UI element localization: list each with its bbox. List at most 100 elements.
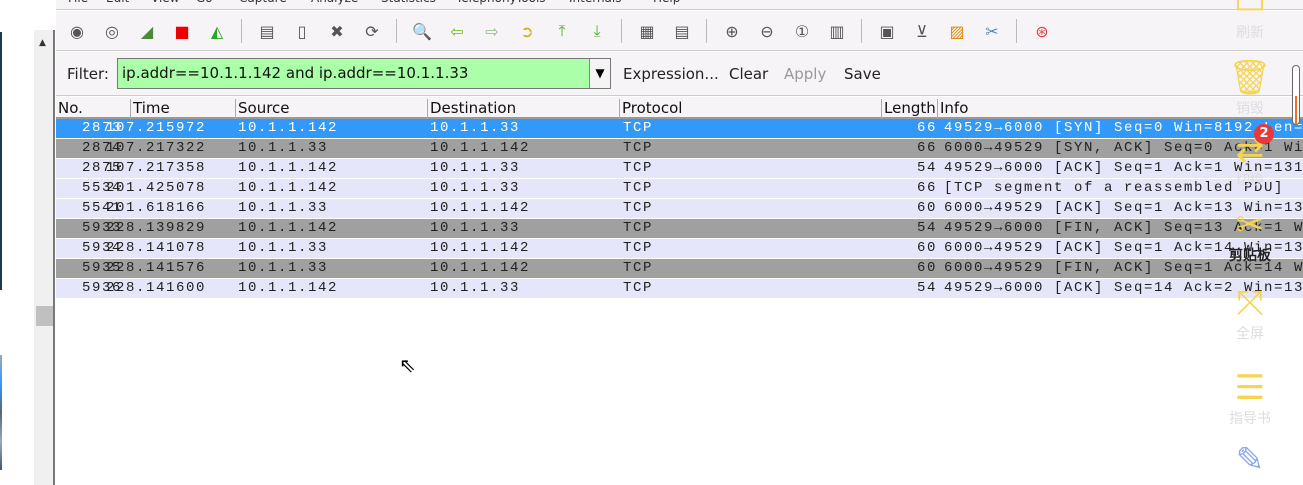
background-window-strip	[0, 0, 34, 485]
refresh-icon: ▭	[1233, 0, 1267, 22]
colorize-icon[interactable]: ▦	[636, 20, 658, 42]
coloring-rules-icon[interactable]: ▨	[946, 20, 968, 42]
cell-time: 228.141078	[106, 240, 207, 256]
menu-edit[interactable]: Edit	[106, 0, 129, 5]
start-capture-icon[interactable]: ◢	[136, 20, 158, 42]
refresh-button[interactable]: ▭ 刷新	[1215, 0, 1285, 42]
go-to-packet-icon[interactable]: ➲	[516, 20, 538, 42]
packet-row[interactable]: 5541 201.618166 10.1.1.33 10.1.1.142 TCP 60 60…	[56, 199, 1303, 219]
go-back-icon[interactable]: ⇦	[446, 20, 468, 42]
interfaces-icon[interactable]: ◉	[66, 20, 88, 42]
zoom-in-icon[interactable]: ⊕	[721, 20, 743, 42]
menu-help[interactable]: Help	[653, 0, 680, 5]
last-packet-icon[interactable]: ⤓	[586, 20, 608, 42]
packet-row[interactable]: 5534 201.425078 10.1.1.142 10.1.1.33 TCP 66 [T…	[56, 179, 1303, 199]
packet-row[interactable]: 5935 228.141576 10.1.1.33 10.1.1.142 TCP 60 60…	[56, 259, 1303, 279]
toolbar-separator	[241, 19, 242, 43]
cell-proto: TCP	[623, 160, 654, 176]
wireshark-window: File Edit View Go Capture Analyze Statistics Te…	[56, 0, 1303, 485]
find-icon[interactable]: 🔍	[411, 20, 433, 42]
filter-input[interactable]: ip.addr==10.1.1.142 and ip.addr==10.1.1.…	[117, 58, 611, 89]
cell-len: 60	[916, 260, 937, 276]
menu-bar: File Edit View Go Capture Analyze Statistics Te…	[56, 0, 1303, 10]
normal-size-icon[interactable]: ①	[791, 20, 813, 42]
fullscreen-button[interactable]: ⤧ 全屏	[1215, 283, 1285, 343]
menu-internals[interactable]: Internals	[569, 0, 622, 5]
cell-proto: TCP	[623, 240, 654, 256]
cell-dst: 10.1.1.142	[430, 200, 531, 216]
go-forward-icon[interactable]: ⇨	[481, 20, 503, 42]
cell-time: 201.425078	[106, 180, 207, 196]
resize-columns-icon[interactable]: ▥	[826, 20, 848, 42]
cell-src: 10.1.1.142	[238, 220, 339, 236]
column-length[interactable]: Length	[881, 99, 937, 119]
main-toolbar: ◉ ◎ ◢ ■ ◭ ▤ ▯ ✖ ⟳ 🔍 ⇦ ⇨ ➲ ⤒ ⤓ ▦ ▤ ⊕ ⊖ ① ▥ ▣ ⊻ ▨ ✂ ⊛	[56, 11, 1303, 51]
cell-len: 54	[916, 160, 937, 176]
cell-src: 10.1.1.142	[238, 280, 339, 296]
menu-analyze[interactable]: Analyze	[311, 0, 358, 5]
save-file-icon[interactable]: ▯	[291, 20, 313, 42]
toolbar-separator	[861, 19, 862, 43]
book-icon: ☰	[1234, 368, 1266, 408]
menu-tools[interactable]: Tools	[516, 0, 546, 5]
packet-row[interactable]: 2873 107.215972 10.1.1.142 10.1.1.33 TCP 66 49…	[56, 119, 1303, 139]
cell-dst: 10.1.1.33	[430, 220, 521, 236]
zoom-out-icon[interactable]: ⊖	[756, 20, 778, 42]
autoscroll-icon[interactable]: ▤	[671, 20, 693, 42]
expression-button[interactable]: Expression...	[623, 65, 719, 83]
cell-dst: 10.1.1.33	[430, 280, 521, 296]
column-source[interactable]: Source	[235, 99, 427, 119]
filter-dropdown-button[interactable]: ▼	[589, 59, 610, 88]
preferences-icon[interactable]: ✂	[981, 20, 1003, 42]
help-icon[interactable]: ⊛	[1031, 20, 1053, 42]
menu-file[interactable]: File	[68, 0, 88, 5]
packet-row[interactable]: 2875 107.217358 10.1.1.142 10.1.1.33 TCP 54 49…	[56, 159, 1303, 179]
side-tool-panel: ▭ 刷新 🗑 销毁 ⇄ 切换 ✂ 剪贴板 ⤧ 全屏 ☰ 指导书 ✎	[1215, 0, 1290, 485]
clipboard-button[interactable]: ✂ 剪贴板	[1215, 205, 1285, 265]
reload-icon[interactable]: ⟳	[361, 20, 383, 42]
options-icon[interactable]: ◎	[101, 20, 123, 42]
packet-row[interactable]: 2874 107.217322 10.1.1.33 10.1.1.142 TCP 66 60…	[56, 139, 1303, 159]
capture-filters-icon[interactable]: ▣	[876, 20, 898, 42]
stop-capture-icon[interactable]: ■	[171, 20, 193, 42]
destroy-button[interactable]: 🗑 销毁	[1215, 58, 1285, 118]
column-destination[interactable]: Destination	[427, 99, 619, 119]
column-no[interactable]: No.	[56, 99, 130, 119]
menu-view[interactable]: View	[151, 0, 179, 5]
menu-go[interactable]: Go	[196, 0, 213, 5]
switch-icon: ⇄	[1235, 130, 1265, 170]
cell-src: 10.1.1.142	[238, 180, 339, 196]
left-scrollbar[interactable]: ▲	[34, 30, 55, 485]
apply-button[interactable]: Apply	[784, 65, 826, 83]
filter-bar: Filter: ip.addr==10.1.1.142 and ip.addr=…	[56, 52, 1303, 96]
restart-capture-icon[interactable]: ◭	[206, 20, 228, 42]
switch-badge: 2	[1254, 124, 1274, 144]
close-file-icon[interactable]: ✖	[326, 20, 348, 42]
save-button[interactable]: Save	[844, 65, 881, 83]
switch-button[interactable]: ⇄ 切换	[1215, 130, 1285, 190]
right-scrollbar[interactable]	[1292, 65, 1300, 125]
open-file-icon[interactable]: ▤	[256, 20, 278, 42]
column-protocol[interactable]: Protocol	[619, 99, 881, 119]
scroll-thumb[interactable]	[36, 306, 53, 326]
toolbar-separator	[1016, 19, 1017, 43]
first-packet-icon[interactable]: ⤒	[551, 20, 573, 42]
packet-row[interactable]: 5933 228.139829 10.1.1.142 10.1.1.33 TCP 54 49…	[56, 219, 1303, 239]
menu-capture[interactable]: Capture	[239, 0, 287, 5]
guide-button[interactable]: ☰ 指导书	[1215, 368, 1285, 428]
cell-time: 201.618166	[106, 200, 207, 216]
cell-dst: 10.1.1.33	[430, 120, 521, 136]
display-filters-icon[interactable]: ⊻	[911, 20, 933, 42]
cell-len: 60	[916, 240, 937, 256]
column-time[interactable]: Time	[130, 99, 235, 119]
clear-button[interactable]: Clear	[729, 65, 768, 83]
packet-row[interactable]: 5934 228.141078 10.1.1.33 10.1.1.142 TCP 60 60…	[56, 239, 1303, 259]
packet-row[interactable]: 5936 228.141600 10.1.1.142 10.1.1.33 TCP 54 49…	[56, 279, 1303, 299]
menu-telephony[interactable]: Telephony	[456, 0, 517, 5]
menu-statistics[interactable]: Statistics	[381, 0, 436, 5]
cell-proto: TCP	[623, 180, 654, 196]
cell-len: 60	[916, 200, 937, 216]
cell-src: 10.1.1.33	[238, 200, 329, 216]
scroll-up-icon[interactable]: ▲	[39, 38, 46, 48]
pencil-button[interactable]: ✎	[1215, 440, 1285, 480]
